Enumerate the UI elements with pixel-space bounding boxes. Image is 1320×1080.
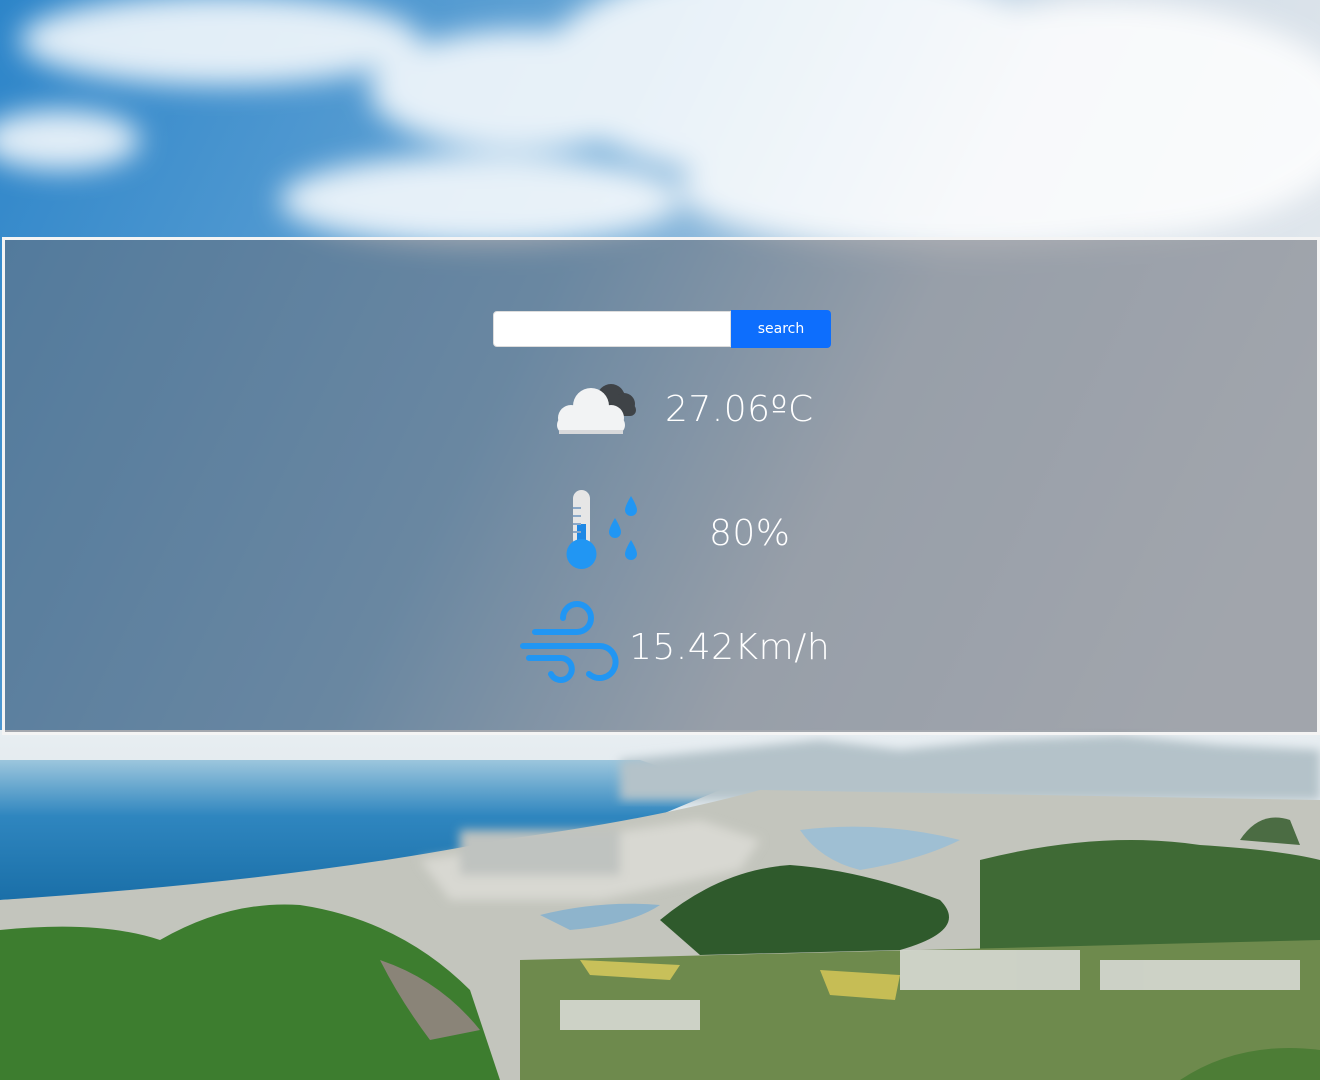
- thermometer-humidity-icon: [557, 488, 647, 578]
- humidity-value: 80%: [709, 512, 791, 554]
- cloud-icon: [547, 376, 643, 442]
- temperature-row: 27.06ºC: [547, 378, 814, 440]
- weather-panel: search 27.06ºC 80% 15.42Km/h: [2, 237, 1320, 735]
- search-button[interactable]: search: [731, 310, 831, 348]
- wind-row: 15.42Km/h: [517, 600, 831, 694]
- search-input[interactable]: [493, 311, 731, 347]
- wind-value: 15.42Km/h: [629, 626, 831, 668]
- wind-icon: [517, 600, 621, 694]
- temperature-value: 27.06ºC: [665, 388, 814, 430]
- humidity-row: 80%: [557, 490, 791, 576]
- search-bar: search: [493, 310, 831, 348]
